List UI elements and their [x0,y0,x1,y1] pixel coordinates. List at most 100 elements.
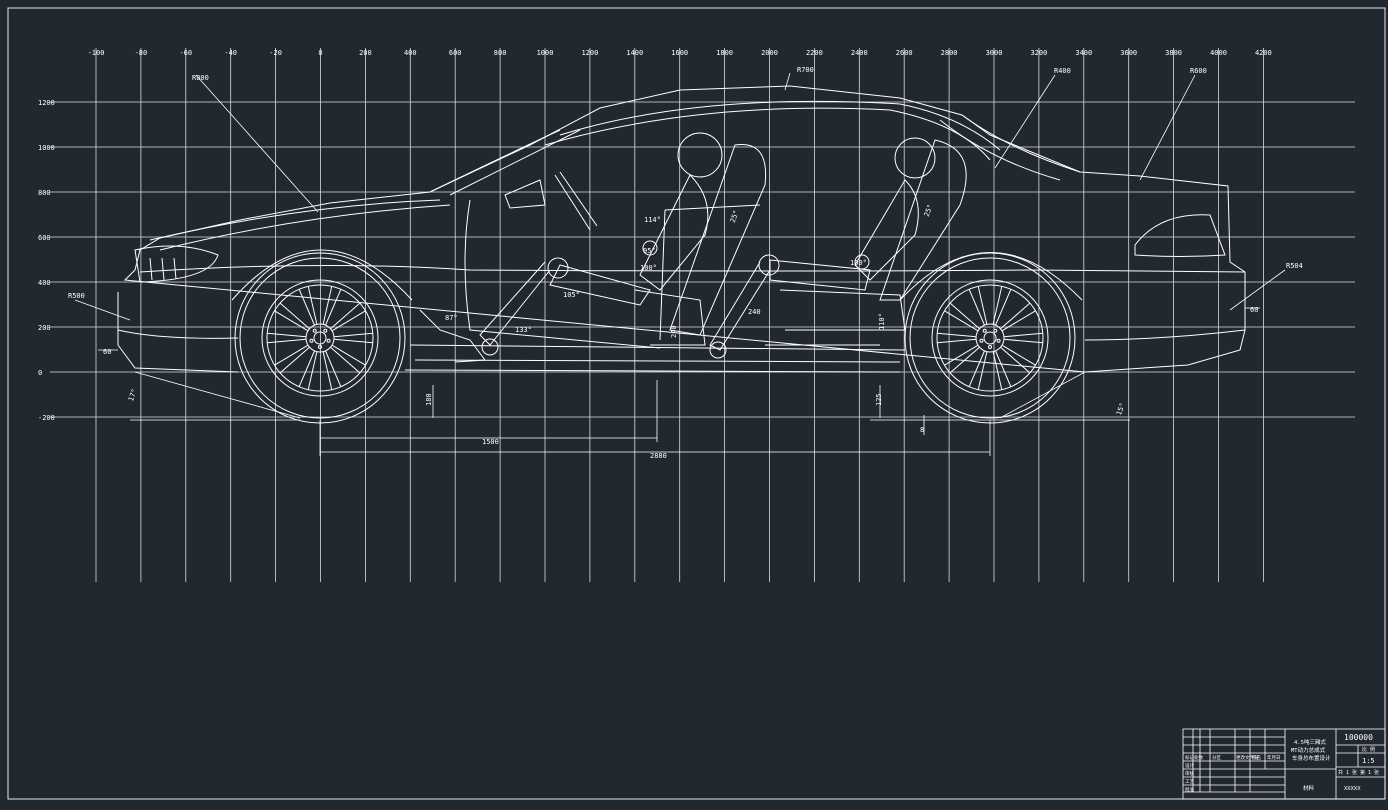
wheel-spoke [322,286,333,325]
wheel-spoke [325,289,342,326]
wheel-spoke [1003,338,1043,344]
wheel-spoke [949,346,980,374]
title-block-col-label: 签名 [1252,754,1261,761]
wheel-spoke [330,302,361,330]
wheel-spoke [330,346,361,374]
hood-line [149,199,451,251]
grid-row-label: 800 [38,189,51,197]
callout-trunk: R600 [1190,67,1207,75]
dim-front-overhang: 60 [103,348,111,356]
wheel-spoke [307,286,318,325]
callout-rear-glass: R400 [1054,67,1071,75]
grid-column-label: 3400 [1075,49,1092,57]
title-block-col-label: 处数 [1194,754,1203,761]
angle-leg-front: 105° [563,291,580,299]
title-block-col-label: 分区 [1212,754,1221,761]
wheel-lug [318,345,322,349]
wheel-lug [309,338,314,343]
grid-row-label: 400 [38,279,51,287]
grid-column-label: 2800 [941,49,958,57]
angle-hip-front: 100° [640,264,657,272]
wheel-spoke [333,332,373,338]
wheel-spoke [279,302,310,330]
title-line2: MT动力总成式 [1291,746,1326,754]
dim-wheelbase: 2880 [650,452,667,460]
front-seatback [669,144,767,336]
door-rear [664,204,880,346]
wheel-lug [323,328,328,333]
grid-row-label: 200 [38,324,51,332]
grid-column-label: 2600 [896,49,913,57]
wheel-lug [993,328,998,333]
grid-column-label: 600 [449,49,462,57]
wheel-spoke [298,350,315,387]
grid-column-labels: -100 -80 -60 -40 -20 0 200 400 600 800 1000 1200 140… [88,49,1272,57]
callout-rear-bumper: R504 [1286,262,1303,270]
grid-column-label: 4200 [1255,49,1272,57]
dim-hip: 240 [670,325,678,338]
wheel-lug [312,328,317,333]
grid-column-label: 2400 [851,49,868,57]
wheel-lug [982,328,987,333]
dim-rear-overhang: 60 [1250,306,1258,314]
grid-column-label: -80 [135,49,148,57]
title-block-row-label: 审核 [1185,770,1194,777]
grid-column-label: 2000 [761,49,778,57]
title-block-row-label: 工艺 [1185,779,1194,785]
grid-column-label: 3600 [1120,49,1137,57]
scale-label: 比 例 [1362,746,1375,753]
wheel-lug [996,338,1001,343]
wheel-spoke [1001,344,1036,366]
grid-column-label: -20 [269,49,282,57]
wheel-spoke [274,310,309,332]
grid-column-label: -60 [179,49,192,57]
wheel-lug [988,345,992,349]
wheel-spoke [949,302,980,330]
rear-leg [709,259,871,351]
rear-wheel [904,252,1076,424]
grid-column-label: 400 [404,49,417,57]
grid-column-label: 1200 [581,49,598,57]
grid-column-label: 200 [359,49,372,57]
drawing-number: 100000 [1344,733,1373,742]
wheel-spoke [279,346,310,374]
material-label: 材料 [1303,784,1315,792]
angle-leg-rear: 110° [878,313,886,330]
callout-hood: R800 [192,74,209,82]
grid-row-label: 0 [38,369,42,377]
wheel-spoke [331,344,366,366]
dim-approach-angle: 17° [127,388,139,403]
wheel-spoke [968,289,985,326]
school-name: XXXXX [1344,786,1361,792]
title-block-row-label: 设计 [1185,762,1194,769]
grid-column-label: 800 [494,49,507,57]
grid-column-label: -40 [224,49,237,57]
car-body [117,85,1246,373]
wheel-spoke [267,338,307,344]
wheel-spoke [995,289,1012,326]
grid-row-labels: 1200 1000 800 600 400 200 0 -200 [38,99,55,422]
title-block-row-label: 批准 [1185,786,1194,793]
wheel-spoke [968,350,985,387]
grid-column-label: 1000 [537,49,554,57]
dim-ground-clear-rear: 125 [875,393,883,406]
roof-inner-2 [544,107,991,161]
front-wheel [234,252,406,424]
headlamp-inner [149,257,177,281]
title-line3: 车身总布置设计 [1292,754,1331,762]
sheet-info: 共 1 张 第 1 张 [1338,769,1379,776]
wheel-spoke [298,289,315,326]
callout-roof: R700 [797,66,814,74]
dim-wheelbase-part: 1500 [482,438,499,446]
wheel-spoke [307,351,318,390]
grid-horizontal-lines [50,101,1355,418]
wheel-spoke [333,338,373,344]
cad-drawing: -100 -80 -60 -40 -20 0 200 400 600 800 1000 1200 140… [7,7,1386,800]
angle-seatback-front: 25° [729,209,741,224]
grid-column-label: 1800 [716,49,733,57]
drawing-border [7,7,1386,800]
wheel-spoke [977,286,988,325]
wheel-spoke [937,338,977,344]
body-outline [117,85,1246,373]
angle-seatback-rear: 25° [923,203,935,218]
